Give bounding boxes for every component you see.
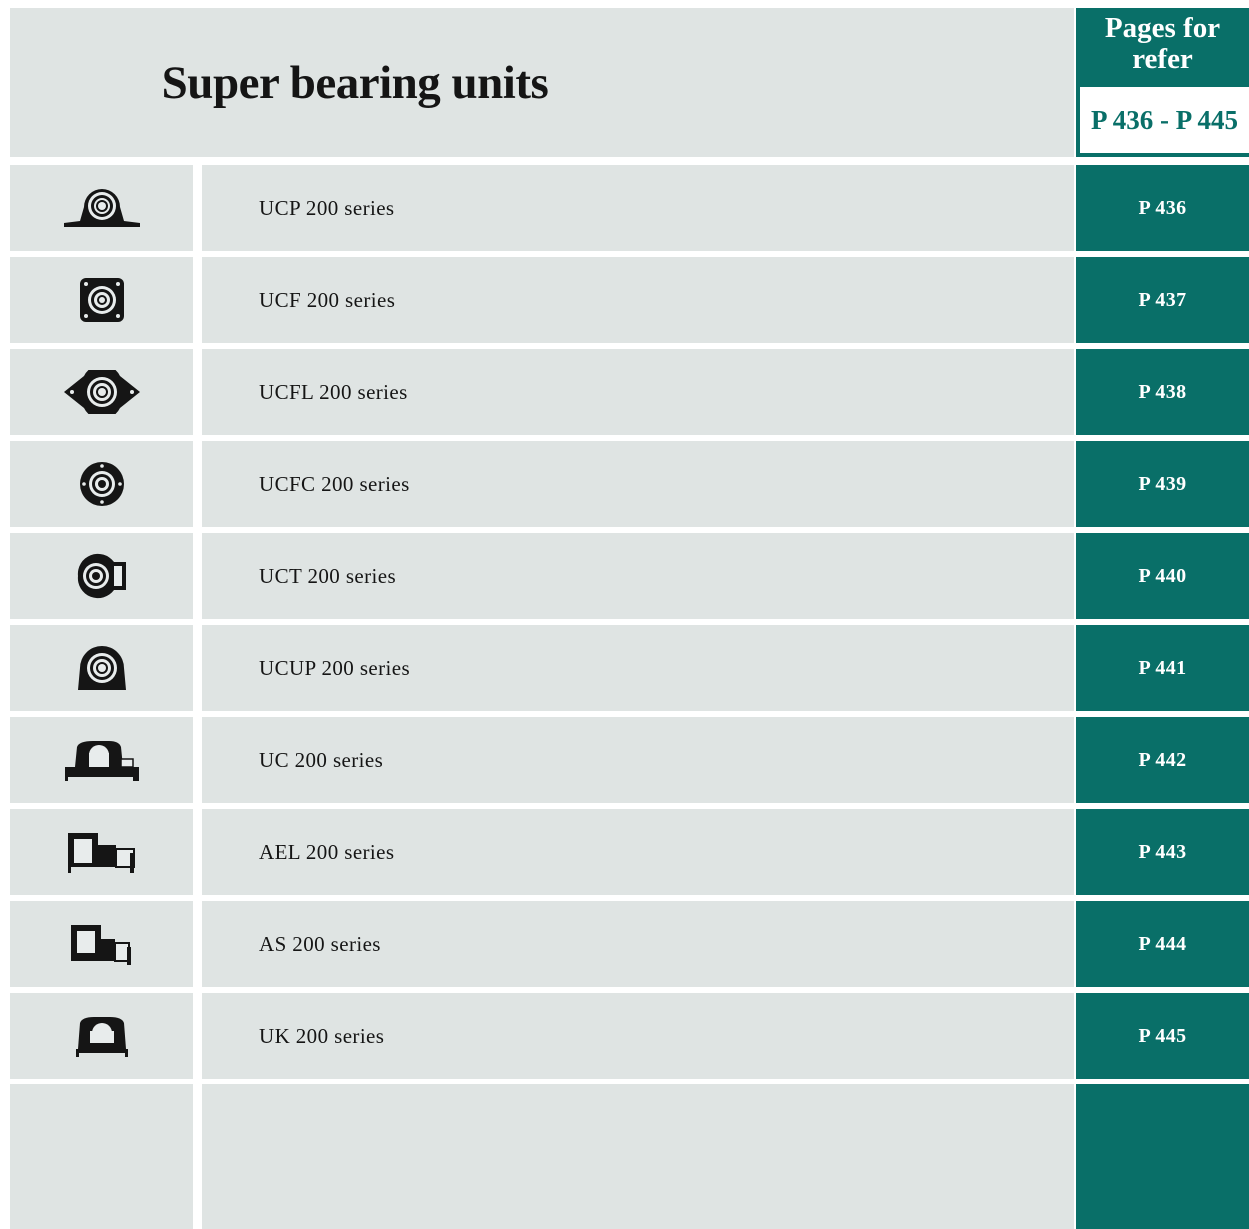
oval-flange-icon [10, 349, 193, 435]
page-ref[interactable]: P 445 [1138, 1025, 1186, 1048]
table-row[interactable]: UC 200 series P 442 [0, 717, 1249, 803]
series-name: UCF 200 series [259, 288, 396, 312]
eccentric-collar-bearing-icon [10, 809, 193, 895]
page-ref[interactable]: P 437 [1138, 289, 1186, 312]
pages-for-refer-label: Pages for refer [1104, 12, 1221, 75]
empty-icon-cell [10, 1084, 193, 1229]
series-name: UK 200 series [259, 1024, 385, 1048]
table-row[interactable]: AS 200 series P 444 [0, 901, 1249, 987]
pillow-block-icon [10, 165, 193, 251]
series-name: AS 200 series [259, 932, 381, 956]
page-ref[interactable]: P 441 [1138, 657, 1186, 680]
setscrew-bearing-icon [10, 901, 193, 987]
page-ref[interactable]: P 443 [1138, 841, 1186, 864]
page-ref[interactable]: P 439 [1138, 473, 1186, 496]
empty-name-cell [202, 1084, 1074, 1229]
page-ref[interactable]: P 444 [1138, 933, 1186, 956]
series-name: UCFC 200 series [259, 472, 410, 496]
series-name: UCP 200 series [259, 196, 395, 220]
tapped-base-pillow-icon [10, 625, 193, 711]
series-name: UCFL 200 series [259, 380, 408, 404]
table-row[interactable]: UCP 200 series P 436 [0, 165, 1249, 251]
table-row[interactable]: UCUP 200 series P 441 [0, 625, 1249, 711]
table-row[interactable]: UCFL 200 series P 438 [0, 349, 1249, 435]
round-flange-icon [10, 441, 193, 527]
page-ref[interactable]: P 442 [1138, 749, 1186, 772]
adapter-sleeve-bearing-icon [10, 993, 193, 1079]
table-row[interactable]: UK 200 series P 445 [0, 993, 1249, 1079]
series-name: UCUP 200 series [259, 656, 411, 680]
series-name: UC 200 series [259, 748, 384, 772]
table-row[interactable]: UCFC 200 series P 439 [0, 441, 1249, 527]
table-row[interactable]: UCT 200 series P 440 [0, 533, 1249, 619]
table-row[interactable]: UCF 200 series P 437 [0, 257, 1249, 343]
series-name: UCT 200 series [259, 564, 397, 588]
series-name: AEL 200 series [259, 840, 395, 864]
page-title: Super bearing units [161, 56, 549, 109]
take-up-unit-icon [10, 533, 193, 619]
page-ref[interactable]: P 436 [1138, 197, 1186, 220]
table-row[interactable]: AEL 200 series P 443 [0, 809, 1249, 895]
empty-page-cell [1076, 1084, 1249, 1229]
insert-bearing-icon [10, 717, 193, 803]
page-range-box: P 436 - P 445 [1080, 87, 1249, 153]
square-flange-icon [10, 257, 193, 343]
page-ref[interactable]: P 440 [1138, 565, 1186, 588]
page-ref[interactable]: P 438 [1138, 381, 1186, 404]
